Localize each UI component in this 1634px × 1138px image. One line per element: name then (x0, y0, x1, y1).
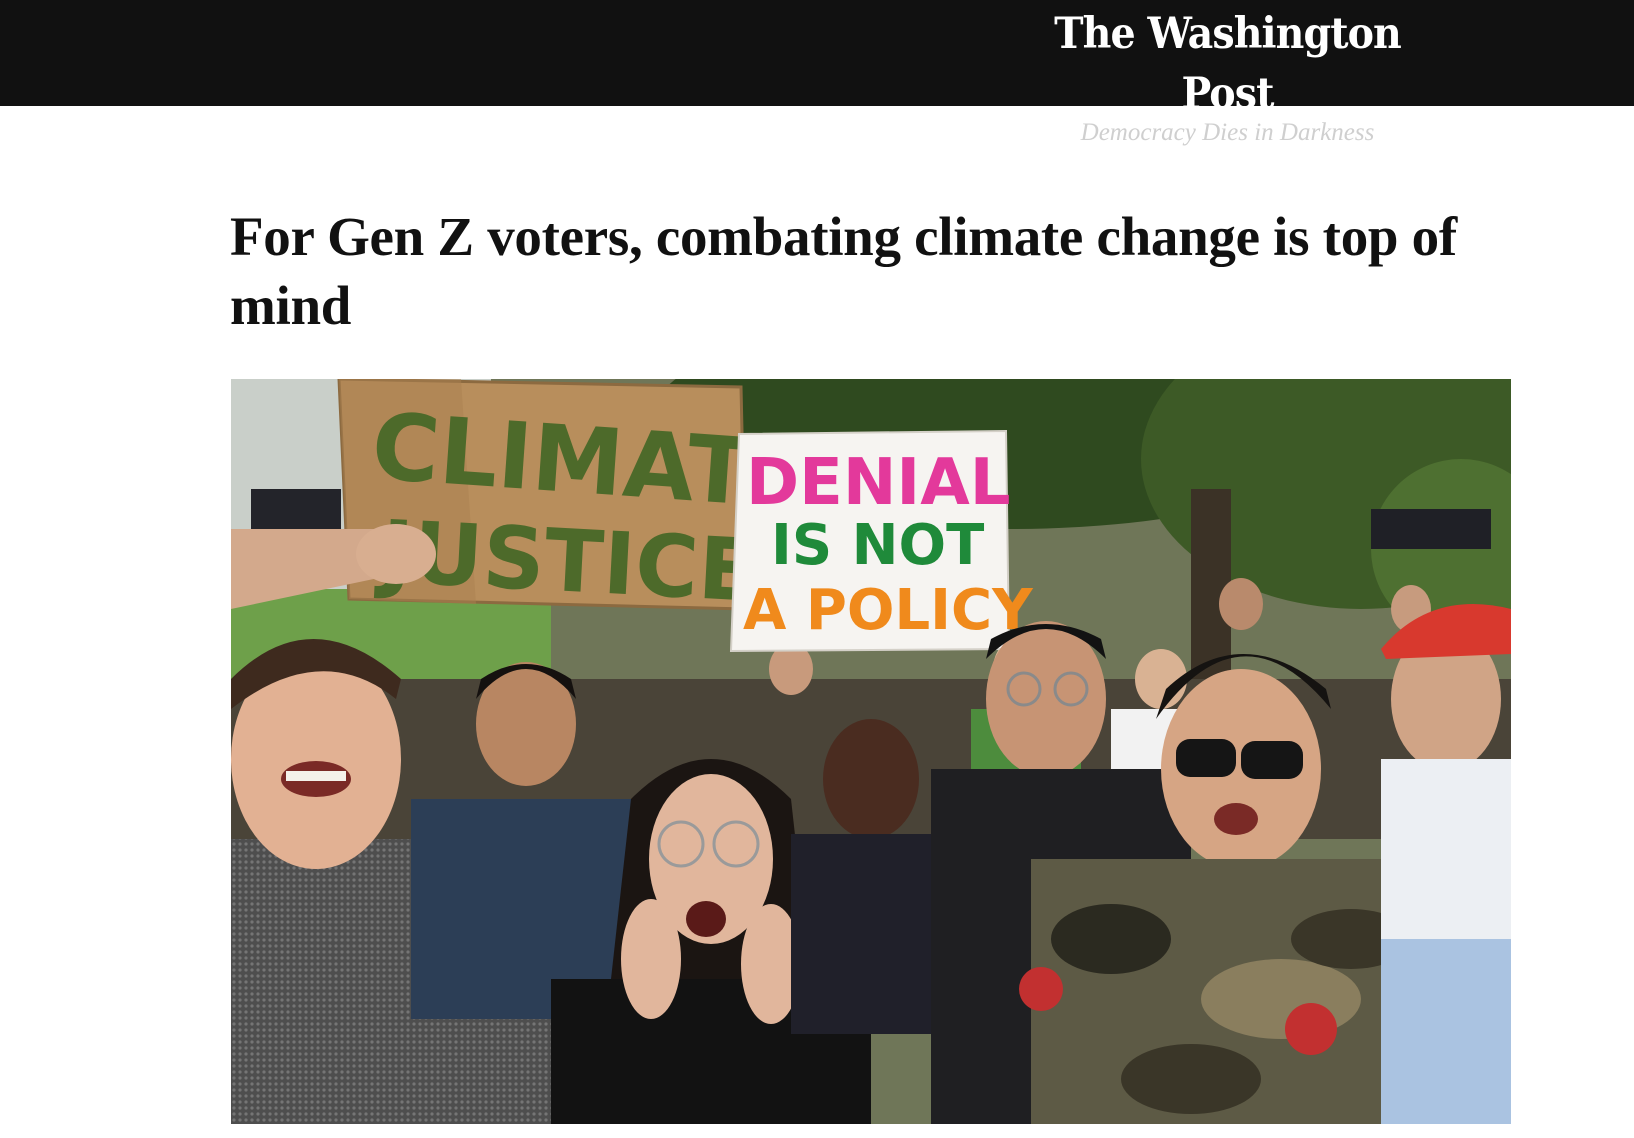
person-right (1381, 604, 1511, 1124)
sign-isnot-text: IS NOT (771, 513, 984, 578)
sign-policy-text: A POLICY (743, 578, 1034, 643)
denial-sign: DENIAL IS NOT A POLICY (729, 429, 1034, 653)
masthead: The Washington Post Democracy Dies in Da… (0, 0, 1634, 146)
washington-post-logo: The Washington Post (1054, 9, 1402, 119)
article-lead-photo: CLIMATE JUSTICE!! DENIAL IS NOT A POLICY (231, 379, 1511, 1124)
sign-denial-text: DENIAL (746, 446, 1011, 520)
article-headline: For Gen Z voters, combating climate chan… (230, 206, 1457, 336)
logo-link[interactable]: The Washington Post Democracy Dies in Da… (1000, 2, 1455, 146)
